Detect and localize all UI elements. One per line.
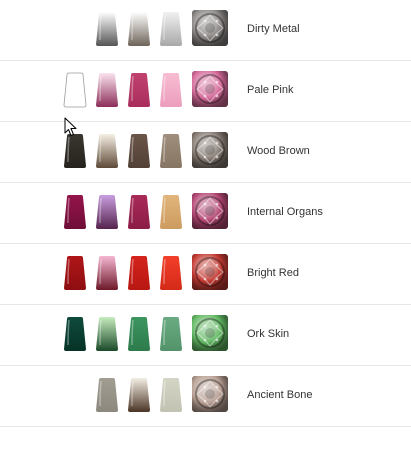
paint-pot-base-icon[interactable] xyxy=(127,73,151,107)
miniature-swatch-image[interactable] xyxy=(192,71,228,107)
paint-pot-base-icon[interactable] xyxy=(127,317,151,351)
recipe-name: Ancient Bone xyxy=(247,389,313,401)
paint-pot-base-icon[interactable] xyxy=(127,195,151,229)
paint-pot-base-icon[interactable] xyxy=(159,73,183,107)
paint-pot-base-icon[interactable] xyxy=(63,195,87,229)
recipe-name: Dirty Metal xyxy=(247,23,300,35)
paint-pot-base-icon[interactable] xyxy=(159,378,183,412)
paint-pot-base-icon[interactable] xyxy=(159,256,183,290)
paint-pot-base-icon[interactable] xyxy=(63,134,87,168)
miniature-swatch-image[interactable] xyxy=(192,254,228,290)
paint-pot-shade-icon[interactable] xyxy=(127,378,151,412)
paint-pot-shade-icon[interactable] xyxy=(95,134,119,168)
recipe-row[interactable]: Internal Organs xyxy=(0,183,411,244)
miniature-swatch-image[interactable] xyxy=(192,132,228,168)
recipe-row[interactable]: Bright Red xyxy=(0,244,411,305)
paint-pot-base-icon[interactable] xyxy=(95,378,119,412)
paint-pot-base-icon[interactable] xyxy=(127,134,151,168)
paint-pot-base-icon[interactable] xyxy=(127,12,151,46)
recipe-row[interactable]: Pale Pink xyxy=(0,61,411,122)
paint-pot-base-icon[interactable] xyxy=(159,12,183,46)
recipe-name: Bright Red xyxy=(247,267,299,279)
recipe-row[interactable]: Ancient Bone xyxy=(0,366,411,427)
paint-pot-base-icon[interactable] xyxy=(159,317,183,351)
recipe-name: Pale Pink xyxy=(247,84,294,96)
miniature-swatch-image[interactable] xyxy=(192,376,228,412)
recipe-row[interactable]: Ork Skin xyxy=(0,305,411,366)
paint-pot-shade-icon[interactable] xyxy=(95,195,119,229)
recipe-name: Internal Organs xyxy=(247,206,323,218)
paint-pot-base-icon[interactable] xyxy=(63,317,87,351)
paint-pot-shade-icon[interactable] xyxy=(95,12,119,46)
recipe-row[interactable]: Wood Brown xyxy=(0,122,411,183)
miniature-swatch-image[interactable] xyxy=(192,10,228,46)
paint-pot-base-icon[interactable] xyxy=(159,195,183,229)
miniature-swatch-image[interactable] xyxy=(192,193,228,229)
paint-pot-shade-icon[interactable] xyxy=(95,317,119,351)
paint-pot-base-icon[interactable] xyxy=(63,256,87,290)
recipe-name: Wood Brown xyxy=(247,145,310,157)
paint-pot-base-icon[interactable] xyxy=(127,256,151,290)
paint-pot-shade-icon[interactable] xyxy=(95,73,119,107)
recipe-row[interactable]: Dirty Metal xyxy=(0,0,411,61)
paint-pot-shade-icon[interactable] xyxy=(95,256,119,290)
recipe-name: Ork Skin xyxy=(247,328,290,340)
paint-pot-base-icon[interactable] xyxy=(159,134,183,168)
empty-pot-icon[interactable] xyxy=(63,72,87,108)
miniature-swatch-image[interactable] xyxy=(192,315,228,351)
